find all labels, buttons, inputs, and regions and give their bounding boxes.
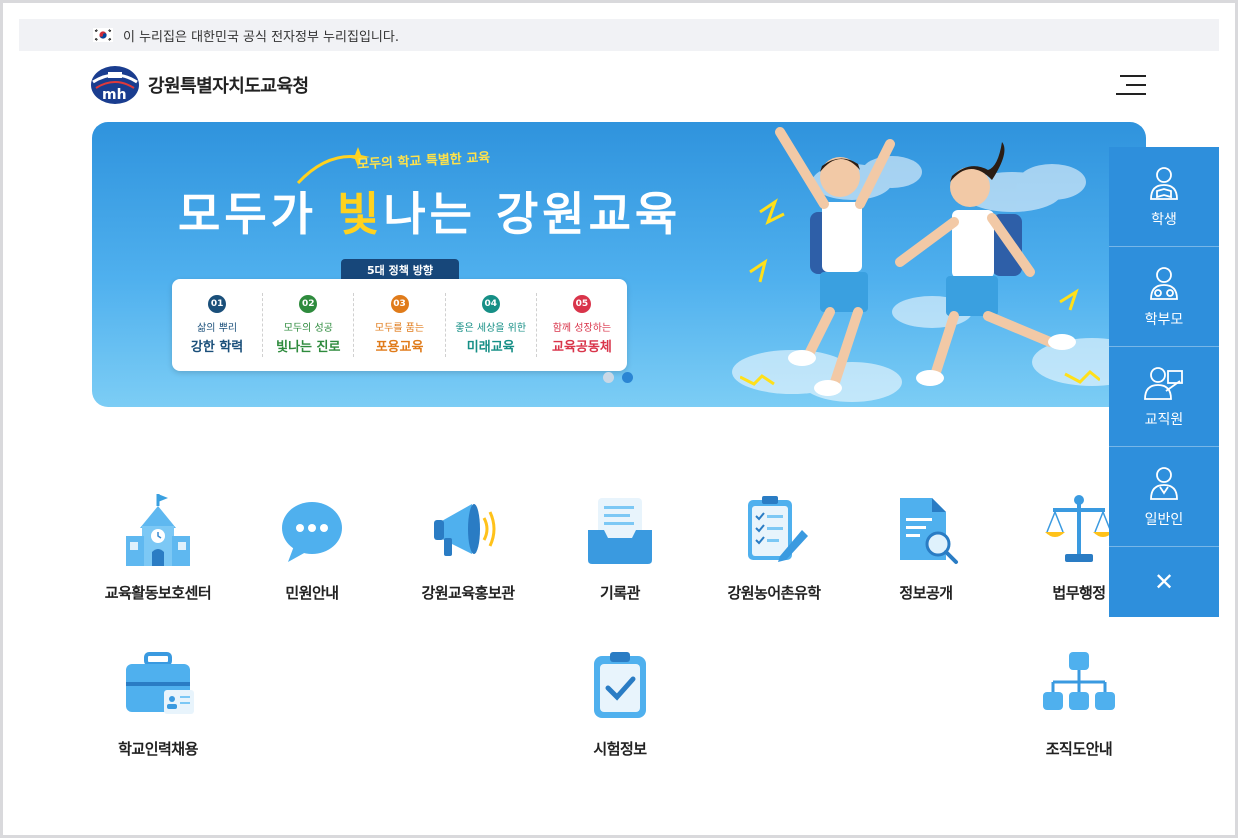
- side-item-label: 학부모: [1144, 311, 1184, 328]
- policy-item[interactable]: 05 함께 성장하는 교육공동체: [537, 293, 627, 357]
- megaphone-icon: [434, 504, 496, 556]
- side-item-label: 학생: [1151, 211, 1177, 228]
- side-item-label: 교직원: [1144, 411, 1184, 428]
- student-icon: [1150, 166, 1178, 200]
- banner-title: 모두가 빛나는 강원교육: [178, 178, 681, 244]
- menu-label: 학교인력채용: [118, 740, 198, 758]
- side-item-student[interactable]: 학생: [1109, 147, 1219, 247]
- side-item-label: 일반인: [1144, 511, 1184, 528]
- menu-label: 시험정보: [593, 740, 647, 758]
- site-header: mh 강원특별자치도교육청: [90, 62, 1150, 108]
- slider-dots: [603, 372, 633, 383]
- gangwon-edu-logo-icon: mh: [91, 66, 139, 104]
- banner-title-part1: 모두가: [178, 187, 337, 241]
- policy-item[interactable]: 02 모두의 성공 빛나는 진로: [263, 293, 355, 357]
- policy-small-text: 모두를 품는: [374, 323, 425, 334]
- policy-small-text: 삶의 뿌리: [197, 323, 238, 334]
- menu-item-pr-hall[interactable]: 강원교육홍보관: [398, 490, 538, 603]
- policy-number: 02: [299, 295, 318, 313]
- policy-small-text: 함께 성장하는: [552, 323, 612, 334]
- policy-small-text: 좋은 세상을 위한: [455, 323, 527, 334]
- slider-dot[interactable]: [603, 372, 614, 383]
- menu-item-exam-info[interactable]: 시험정보: [550, 646, 690, 759]
- menu-item-info-disclosure[interactable]: 정보공개: [856, 490, 996, 603]
- policy-tag: 5대 정책 방향: [341, 259, 459, 281]
- menu-label: 기록관: [600, 584, 640, 602]
- policy-big-text: 포용교육: [375, 340, 424, 355]
- policy-item[interactable]: 01 삶의 뿌리 강한 학력: [172, 293, 264, 357]
- korea-flag-icon: [93, 28, 113, 42]
- policy-big-text: 빛나는 진로: [276, 340, 341, 355]
- teacher-icon: [1144, 366, 1183, 400]
- checklist-clipboard-icon: [748, 496, 808, 562]
- menu-label: 교육활동보호센터: [104, 584, 212, 602]
- policy-number: 03: [390, 295, 409, 313]
- scales-icon: [1045, 495, 1113, 562]
- banner-title-highlight: 빛: [336, 187, 384, 241]
- policy-small-text: 모두의 성공: [283, 323, 333, 334]
- menu-label: 강원농어촌유학: [727, 584, 821, 602]
- clipboard-check-icon: [594, 652, 646, 718]
- speech-bubble-icon: [282, 502, 342, 562]
- gov-notice-text: 이 누리집은 대한민국 공식 전자정부 누리집입니다.: [123, 29, 399, 45]
- menu-label: 조직도안내: [1045, 740, 1113, 758]
- site-logo[interactable]: mh 강원특별자치도교육청: [90, 64, 309, 106]
- parent-icon: [1150, 266, 1178, 300]
- gov-notice-bar: 이 누리집은 대한민국 공식 전자정부 누리집입니다.: [19, 19, 1219, 51]
- policy-big-text: 미래교육: [466, 340, 515, 355]
- policy-card: 01 삶의 뿌리 강한 학력 02 모두의 성공 빛나는 진로 03 모두를 품…: [172, 279, 627, 371]
- menu-label: 정보공개: [899, 584, 953, 602]
- policy-big-text: 교육공동체: [552, 340, 612, 355]
- org-chart-icon: [1043, 652, 1115, 710]
- citizen-icon: [1150, 466, 1178, 500]
- close-icon[interactable]: ✕: [1109, 547, 1219, 617]
- policy-big-text: 강한 학력: [190, 340, 244, 355]
- svg-text:mh: mh: [102, 87, 127, 103]
- briefcase-icon: [126, 652, 194, 714]
- side-item-parent[interactable]: 학부모: [1109, 247, 1219, 347]
- menu-label: 법무행정: [1052, 584, 1106, 602]
- banner-title-part2: 나는 강원교육: [383, 187, 682, 241]
- policy-item[interactable]: 04 좋은 세상을 위한 미래교육: [446, 293, 537, 357]
- policy-number: 05: [572, 295, 591, 313]
- menu-label: 민원안내: [285, 584, 339, 602]
- side-item-staff[interactable]: 교직원: [1109, 347, 1219, 447]
- slider-dot-active[interactable]: [622, 372, 633, 383]
- policy-item[interactable]: 03 모두를 품는 포용교육: [354, 293, 446, 357]
- document-tray-icon: [588, 498, 652, 564]
- menu-item-school-recruit[interactable]: 학교인력채용: [88, 646, 228, 759]
- policy-number: 01: [208, 295, 227, 313]
- document-search-icon: [900, 498, 958, 564]
- menu-item-civil-complaints[interactable]: 민원안내: [242, 490, 382, 603]
- side-item-public[interactable]: 일반인: [1109, 447, 1219, 547]
- hamburger-menu-icon[interactable]: [1114, 73, 1146, 97]
- org-name: 강원특별자치도교육청: [148, 76, 309, 97]
- menu-label: 강원교육홍보관: [421, 584, 515, 602]
- policy-number: 04: [481, 295, 500, 313]
- jumping-kids-illustration: [740, 127, 1100, 396]
- school-building-icon: [126, 494, 190, 566]
- menu-item-rural-study[interactable]: 강원농어촌유학: [704, 490, 844, 603]
- menu-item-org-chart[interactable]: 조직도안내: [1009, 646, 1149, 759]
- menu-item-archive[interactable]: 기록관: [550, 490, 690, 603]
- menu-item-teacher-protection[interactable]: 교육활동보호센터: [88, 490, 228, 603]
- user-type-panel: 학생 학부모 교직원 일반인 ✕: [1109, 147, 1219, 617]
